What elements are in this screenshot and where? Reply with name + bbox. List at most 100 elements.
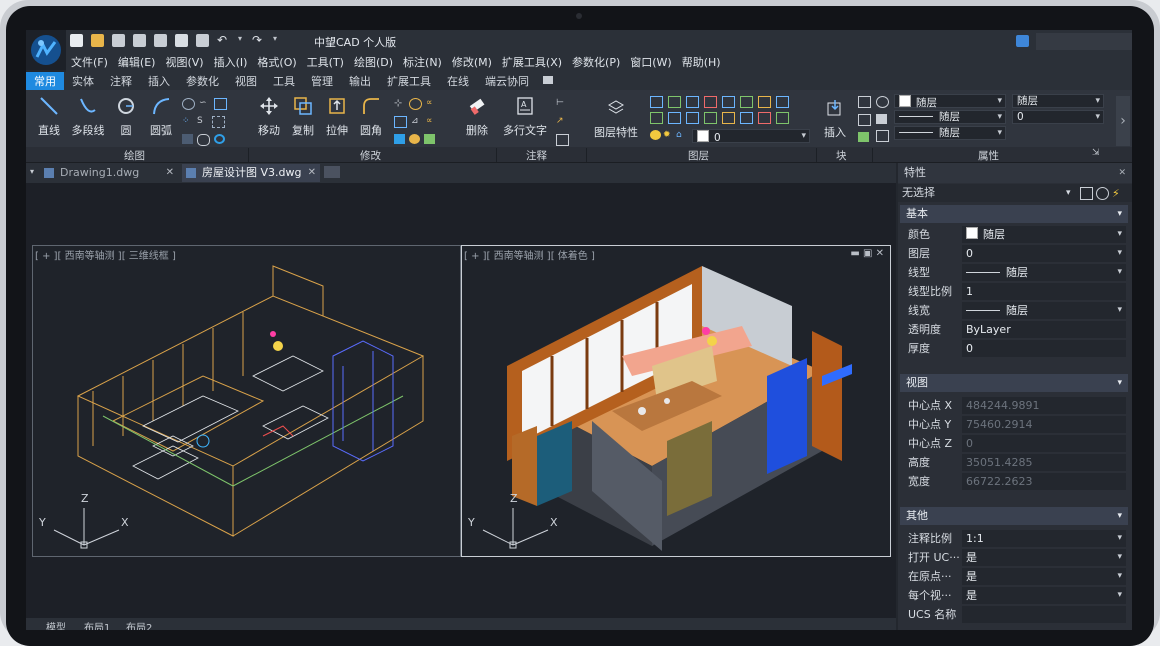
layer-tool-icon[interactable] bbox=[722, 112, 735, 124]
rectangle-icon[interactable] bbox=[214, 98, 227, 110]
new-tab-icon[interactable] bbox=[324, 166, 340, 178]
tab-parametric[interactable]: 参数化 bbox=[178, 72, 227, 90]
point-icon[interactable]: ⁘ bbox=[182, 116, 193, 126]
ribbon-scroll-right-icon[interactable]: › bbox=[1116, 96, 1130, 146]
redo-dropdown-icon[interactable]: ▾ bbox=[273, 34, 279, 47]
tab-list-icon[interactable]: ▾ bbox=[30, 167, 34, 176]
layer-properties-button[interactable]: 图层特性 bbox=[592, 98, 640, 140]
layer-tool-icon[interactable] bbox=[740, 112, 753, 124]
spline-icon[interactable]: ∽ bbox=[199, 98, 210, 108]
menu-tools[interactable]: 工具(T) bbox=[302, 52, 349, 72]
close-tab-icon[interactable]: ✕ bbox=[308, 164, 316, 182]
undo-dropdown-icon[interactable]: ▾ bbox=[238, 34, 244, 47]
line-button[interactable]: 直线 bbox=[34, 96, 64, 138]
menu-parametric[interactable]: 参数化(P) bbox=[567, 52, 625, 72]
current-layer-dropdown[interactable]: 0 bbox=[692, 129, 810, 144]
lineweight-dropdown[interactable]: 随层 bbox=[894, 126, 1006, 140]
menu-edit[interactable]: 编辑(E) bbox=[113, 52, 161, 72]
tab-home[interactable]: 常用 bbox=[26, 72, 64, 90]
tab-cloud[interactable]: 端云协同 bbox=[477, 72, 537, 90]
close-tab-icon[interactable]: ✕ bbox=[166, 164, 174, 182]
dimension-icon[interactable]: ⊢ bbox=[556, 98, 567, 108]
menu-insert[interactable]: 插入(I) bbox=[209, 52, 253, 72]
prop-layer-field[interactable]: 0 bbox=[962, 245, 1126, 262]
layer-tool-icon[interactable] bbox=[776, 96, 789, 108]
ellipse-icon[interactable] bbox=[182, 98, 195, 110]
layer-tool-icon[interactable] bbox=[758, 96, 771, 108]
quick-select-icon[interactable]: ⚡ bbox=[1112, 185, 1120, 203]
layer-tool-icon[interactable] bbox=[722, 96, 735, 108]
prop-linetype-field[interactable]: 随层 bbox=[962, 264, 1126, 281]
prop-transparency-field[interactable]: ByLayer bbox=[962, 321, 1126, 338]
tab-manage[interactable]: 管理 bbox=[303, 72, 341, 90]
menu-file[interactable]: 文件(F) bbox=[66, 52, 113, 72]
donut-icon[interactable] bbox=[214, 134, 225, 144]
explode-icon[interactable] bbox=[394, 134, 405, 144]
app-logo[interactable] bbox=[26, 30, 66, 70]
prop-ucs-icon-field[interactable]: 是 bbox=[962, 549, 1126, 566]
prop-per-viewport-field[interactable]: 是 bbox=[962, 587, 1126, 604]
rotate-icon[interactable] bbox=[409, 98, 422, 110]
layer-tool-icon[interactable] bbox=[758, 112, 771, 124]
layer-tool-icon[interactable] bbox=[740, 96, 753, 108]
tab-tools[interactable]: 工具 bbox=[265, 72, 303, 90]
undo-icon[interactable]: ↶ bbox=[217, 34, 230, 47]
print-icon[interactable] bbox=[175, 34, 188, 47]
layer-on-icon[interactable] bbox=[650, 130, 661, 140]
section-basic[interactable]: 基本 bbox=[900, 205, 1128, 223]
menu-view[interactable]: 视图(V) bbox=[160, 52, 208, 72]
viewport-shaded[interactable]: [ + ][ 西南等轴测 ][ 体着色 ] ▬ ▣ ✕ Z Y X bbox=[461, 245, 891, 557]
revcloud-icon[interactable] bbox=[197, 134, 210, 146]
trim-icon[interactable]: ⊹ bbox=[394, 98, 405, 109]
layer-tool-icon[interactable] bbox=[650, 112, 663, 124]
circle-button[interactable]: 圆 bbox=[114, 96, 138, 138]
tab-annotate[interactable]: 注释 bbox=[102, 72, 140, 90]
edit-block-icon[interactable] bbox=[858, 114, 871, 126]
tab-insert[interactable]: 插入 bbox=[140, 72, 178, 90]
mirror-icon[interactable] bbox=[394, 116, 407, 128]
break-icon[interactable] bbox=[424, 134, 435, 144]
section-view[interactable]: 视图 bbox=[900, 374, 1128, 392]
list-icon[interactable] bbox=[876, 114, 887, 124]
layer-tool-icon[interactable] bbox=[686, 96, 699, 108]
transparency-spinner[interactable]: 0 bbox=[1012, 110, 1104, 124]
polyline-button[interactable]: 多段线 bbox=[68, 96, 108, 138]
linetype-dropdown[interactable]: 随层 bbox=[894, 110, 1006, 124]
fillet-button[interactable]: 圆角 bbox=[356, 96, 386, 138]
prop-thickness-field[interactable]: 0 bbox=[962, 340, 1126, 357]
tab-express[interactable]: 扩展工具 bbox=[379, 72, 439, 90]
layer-tool-icon[interactable] bbox=[776, 112, 789, 124]
doc-tab-drawing1[interactable]: Drawing1.dwg ✕ bbox=[40, 164, 178, 182]
tab-view[interactable]: 视图 bbox=[227, 72, 265, 90]
layer-tool-icon[interactable] bbox=[668, 96, 681, 108]
layer-box-dropdown[interactable]: 随层 bbox=[1012, 94, 1104, 108]
tab-online[interactable]: 在线 bbox=[439, 72, 477, 90]
title-search-box[interactable] bbox=[1036, 33, 1132, 50]
insert-block-button[interactable]: 插入 bbox=[820, 98, 850, 140]
prop-at-origin-field[interactable]: 是 bbox=[962, 568, 1126, 585]
copy-button[interactable]: 复制 bbox=[288, 96, 318, 138]
menu-help[interactable]: 帮助(H) bbox=[677, 52, 726, 72]
layer-unlock-icon[interactable]: ⌂ bbox=[676, 130, 687, 140]
tab-output[interactable]: 输出 bbox=[341, 72, 379, 90]
array-icon[interactable]: ∝ bbox=[426, 116, 437, 126]
match-properties-icon[interactable] bbox=[876, 96, 889, 108]
viewport-wireframe[interactable]: [ + ][ 西南等轴测 ][ 三维线框 ] Z Y X bbox=[32, 245, 461, 557]
section-other[interactable]: 其他 bbox=[900, 507, 1128, 525]
user-account-icon[interactable] bbox=[1016, 35, 1029, 47]
create-block-icon[interactable] bbox=[858, 96, 871, 108]
delete-button[interactable]: 删除 bbox=[462, 96, 492, 138]
new-file-icon[interactable] bbox=[70, 34, 83, 47]
save-as-icon[interactable] bbox=[133, 34, 146, 47]
save-all-icon[interactable] bbox=[154, 34, 167, 47]
scale-icon[interactable]: ∝ bbox=[426, 98, 437, 108]
doc-tab-house-plan[interactable]: 房屋设计图 V3.dwg ✕ bbox=[182, 164, 320, 182]
arc-button[interactable]: 圆弧 bbox=[146, 96, 176, 138]
move-button[interactable]: 移动 bbox=[254, 96, 284, 138]
region-icon[interactable] bbox=[212, 116, 225, 128]
menu-dimension[interactable]: 标注(N) bbox=[398, 52, 447, 72]
menu-window[interactable]: 窗口(W) bbox=[625, 52, 676, 72]
menu-format[interactable]: 格式(O) bbox=[252, 52, 301, 72]
prop-linetype-scale-field[interactable]: 1 bbox=[962, 283, 1126, 300]
layer-thaw-icon[interactable]: ✹ bbox=[663, 130, 674, 140]
